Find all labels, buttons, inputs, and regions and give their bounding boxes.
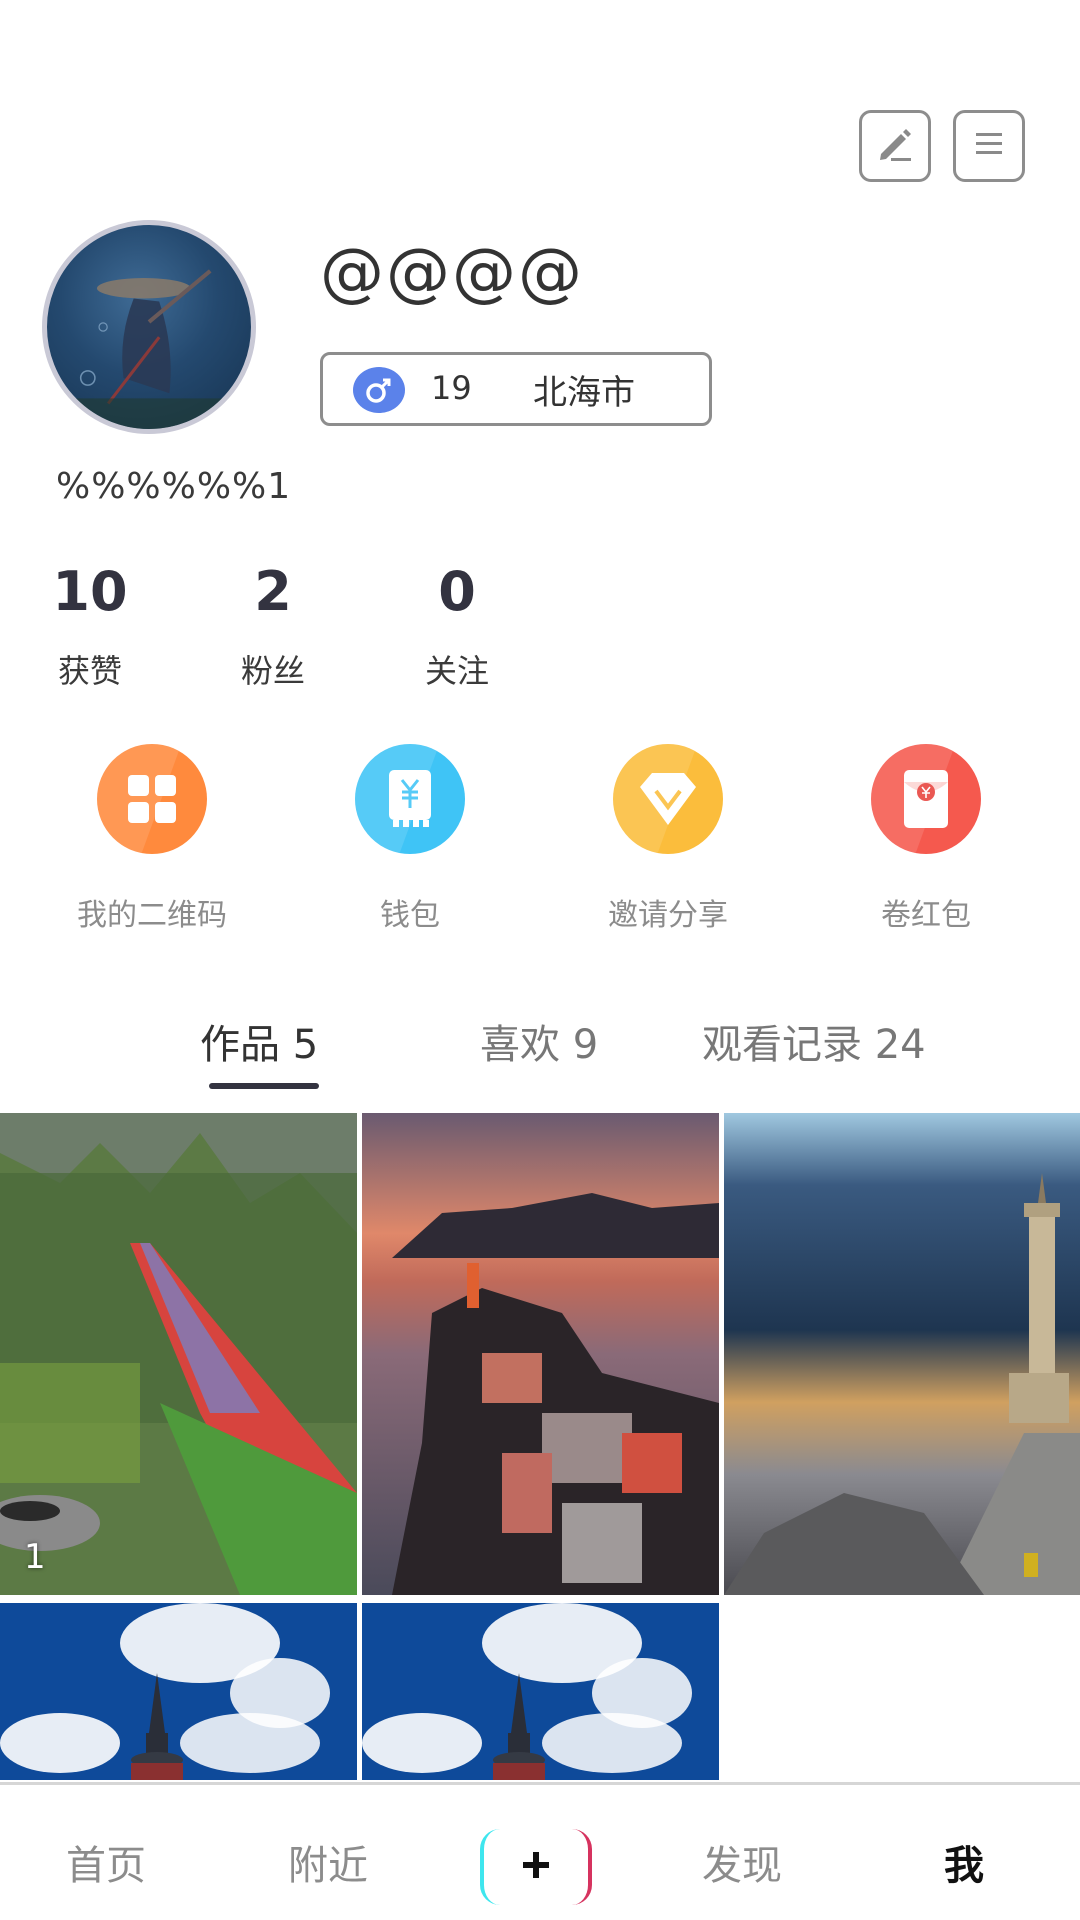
- city: 北海市: [533, 373, 635, 413]
- stat-label: 获赞: [57, 652, 122, 690]
- tab-watch-history[interactable]: 观看记录 24: [702, 1012, 926, 1070]
- pencil-icon: [873, 122, 917, 170]
- nav-me[interactable]: 我: [904, 1833, 1024, 1891]
- male-symbol-icon: [353, 367, 405, 413]
- avatar[interactable]: [42, 220, 256, 434]
- red-envelope-icon: [871, 744, 981, 854]
- video-thumbnail[interactable]: [362, 1113, 719, 1595]
- hamburger-menu-icon: [974, 131, 1004, 161]
- video-thumbnail[interactable]: [724, 1113, 1080, 1595]
- edit-profile-button[interactable]: [859, 110, 931, 182]
- bottom-nav: 首页 附近 发现 我: [0, 1785, 1080, 1920]
- diamond-share-icon: [613, 744, 723, 854]
- action-red-envelope[interactable]: 卷红包: [826, 744, 1026, 934]
- stat-value: 10: [52, 560, 128, 623]
- stat-value: 0: [438, 560, 476, 623]
- stat-followers[interactable]: 2 粉丝: [203, 560, 343, 692]
- video-thumbnail[interactable]: [362, 1603, 719, 1780]
- stat-value: 2: [254, 560, 292, 623]
- tab-works[interactable]: 作品 5: [200, 1012, 318, 1070]
- video-thumbnail[interactable]: [0, 1603, 357, 1780]
- action-my-qrcode[interactable]: 我的二维码: [52, 744, 252, 934]
- action-invite-share[interactable]: 邀请分享: [568, 744, 768, 934]
- stat-label: 关注: [424, 652, 489, 690]
- stat-label: 粉丝: [240, 652, 305, 690]
- wallet-yuan-icon: [355, 744, 465, 854]
- video-thumbnail[interactable]: 1: [0, 1113, 357, 1595]
- age: 19: [431, 369, 472, 407]
- stat-likes[interactable]: 10 获赞: [20, 560, 160, 692]
- active-tab-indicator: [209, 1083, 319, 1089]
- plus-icon: [521, 1850, 551, 1884]
- action-label: 卷红包: [881, 898, 971, 933]
- action-label: 钱包: [380, 898, 440, 933]
- stat-following[interactable]: 0 关注: [387, 560, 527, 692]
- action-label: 邀请分享: [608, 898, 728, 933]
- nav-nearby[interactable]: 附近: [268, 1833, 388, 1891]
- profile-info-badge[interactable]: 19 北海市: [320, 352, 712, 426]
- add-post-button[interactable]: [480, 1829, 592, 1905]
- signature: %%%%%%1: [56, 466, 292, 507]
- menu-button[interactable]: [953, 110, 1025, 182]
- tab-likes[interactable]: 喜欢 9: [480, 1012, 598, 1070]
- username: @@@@: [320, 236, 584, 310]
- action-label: 我的二维码: [77, 898, 227, 933]
- view-count: 1: [24, 1537, 46, 1577]
- action-wallet[interactable]: 钱包: [310, 744, 510, 934]
- nav-discover[interactable]: 发现: [682, 1833, 802, 1891]
- qr-grid-icon: [97, 744, 207, 854]
- nav-home[interactable]: 首页: [46, 1833, 166, 1891]
